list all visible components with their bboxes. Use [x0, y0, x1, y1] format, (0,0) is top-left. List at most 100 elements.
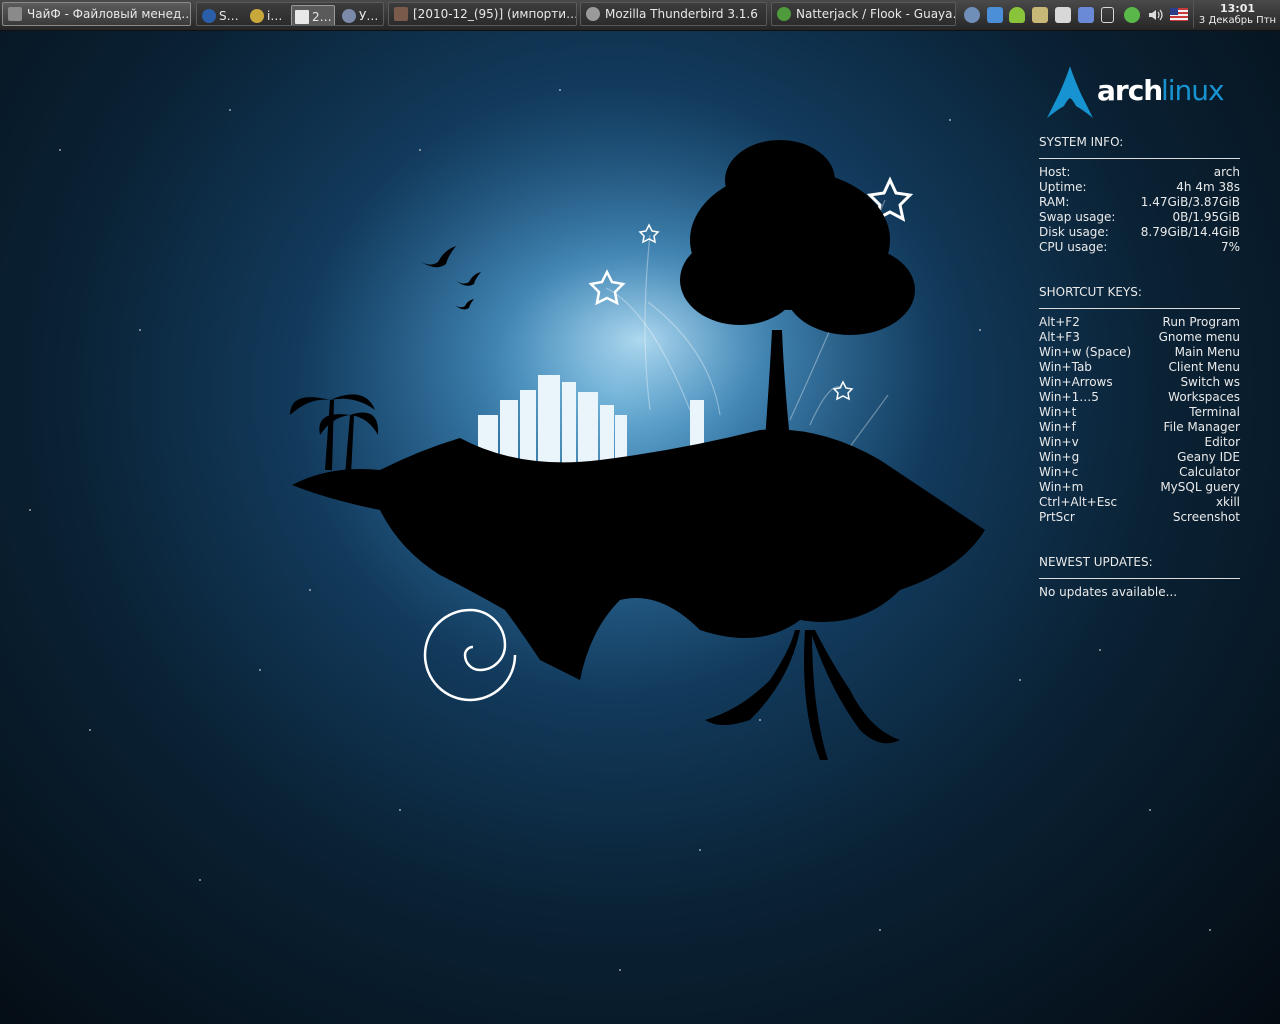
row-key: Uptime:: [1039, 180, 1087, 194]
folder-icon: [8, 7, 22, 21]
task-group-item-skype[interactable]: У…: [339, 5, 383, 25]
row-value: Terminal: [1189, 405, 1240, 419]
row-value: 1.47GiB/3.87GiB: [1140, 195, 1240, 209]
row-value: Run Program: [1162, 315, 1240, 329]
row-key: PrtScr: [1039, 510, 1075, 524]
task-group: S… i… 2… У…: [196, 2, 384, 26]
divider: [1039, 578, 1240, 579]
taskbar: ЧайФ - Файловый менед… S… i… 2… У… [2010…: [0, 0, 1280, 31]
row-value: Gnome menu: [1158, 330, 1240, 344]
info-row: Alt+F2 Run Program: [1039, 315, 1240, 330]
info-row: Uptime: 4h 4m 38s: [1039, 180, 1240, 195]
archlinux-logo: arch linux: [1045, 64, 1240, 124]
task-label: ЧайФ - Файловый менед…: [27, 7, 191, 21]
info-row: Win+c Calculator: [1039, 465, 1240, 480]
notes-icon[interactable]: [1055, 7, 1071, 23]
row-key: Win+1…5: [1039, 390, 1099, 404]
row-value: Geany IDE: [1177, 450, 1240, 464]
row-value: 8.79GiB/14.4GiB: [1140, 225, 1240, 239]
row-value: MySQL guery: [1160, 480, 1240, 494]
info-row: Win+1…5 Workspaces: [1039, 390, 1240, 405]
row-value: Switch ws: [1180, 375, 1240, 389]
row-key: Win+c: [1039, 465, 1079, 479]
row-key: Disk usage:: [1039, 225, 1109, 239]
task-label: 2…: [312, 10, 332, 24]
row-value: File Manager: [1163, 420, 1241, 434]
row-key: Win+t: [1039, 405, 1077, 419]
update-icon[interactable]: [1124, 7, 1140, 23]
shortcut-keys-title: SHORTCUT KEYS:: [1039, 285, 1142, 299]
dropbox-icon[interactable]: [987, 7, 1003, 23]
globe-icon: [202, 9, 216, 23]
task-label: У…: [359, 9, 379, 23]
divider: [1039, 158, 1240, 159]
info-row: Win+f File Manager: [1039, 420, 1240, 435]
task-label: [2010-12_(95)] (импорти…: [413, 7, 577, 21]
row-value: arch: [1213, 165, 1240, 179]
flock-browser-icon: [777, 7, 791, 21]
task-group-item-chat[interactable]: i…: [247, 5, 287, 25]
clock[interactable]: 13:01 3 Декабрь Птн: [1193, 1, 1280, 28]
info-row: CPU usage: 7%: [1039, 240, 1240, 255]
task-group-item-browser[interactable]: S…: [199, 5, 245, 25]
task-file-manager[interactable]: ЧайФ - Файловый менед…: [2, 2, 191, 26]
newest-updates-title: NEWEST UPDATES:: [1039, 555, 1153, 569]
thunderbird-icon: [586, 7, 600, 21]
task-label: Mozilla Thunderbird 3.1.6: [605, 7, 758, 21]
row-key: Win+f: [1039, 420, 1076, 434]
row-key: Win+v: [1039, 435, 1079, 449]
window-icon[interactable]: [1101, 7, 1114, 23]
android-icon[interactable]: [1009, 7, 1025, 23]
info-row: Win+m MySQL guery: [1039, 480, 1240, 495]
row-key: Win+Tab: [1039, 360, 1092, 374]
row-key: CPU usage:: [1039, 240, 1108, 254]
logo-linux-text: linux: [1161, 74, 1225, 107]
info-row: Win+w (Space) Main Menu: [1039, 345, 1240, 360]
book-icon[interactable]: [1032, 7, 1048, 23]
row-value: Calculator: [1179, 465, 1240, 479]
row-key: Host:: [1039, 165, 1071, 179]
info-row: PrtScr Screenshot: [1039, 510, 1240, 525]
updates-message-text: No updates available...: [1039, 585, 1178, 599]
info-row: Win+v Editor: [1039, 435, 1240, 450]
image-thumbnail-icon: [394, 7, 408, 21]
task-flock-browser[interactable]: Natterjack / Flook - Guaya…: [771, 2, 956, 26]
info-row: Alt+F3 Gnome menu: [1039, 330, 1240, 345]
task-label: Natterjack / Flook - Guaya…: [796, 7, 956, 21]
row-key: Win+w (Space): [1039, 345, 1132, 359]
row-value: 0B/1.95GiB: [1172, 210, 1241, 224]
row-key: Win+Arrows: [1039, 375, 1113, 389]
clock-time: 13:01: [1219, 2, 1255, 15]
info-row: Win+Tab Client Menu: [1039, 360, 1240, 375]
us-flag-icon[interactable]: [1170, 8, 1188, 21]
info-row: Win+g Geany IDE: [1039, 450, 1240, 465]
info-row: Ctrl+Alt+Esc xkill: [1039, 495, 1240, 510]
row-key: Win+m: [1039, 480, 1084, 494]
logo-arch-text: arch: [1097, 74, 1163, 107]
task-thunderbird[interactable]: Mozilla Thunderbird 3.1.6: [580, 2, 767, 26]
row-value: Editor: [1204, 435, 1240, 449]
row-key: Alt+F3: [1039, 330, 1080, 344]
clock-date: 3 Декабрь Птн: [1198, 15, 1277, 26]
row-key: Ctrl+Alt+Esc: [1039, 495, 1118, 509]
info-row: Win+t Terminal: [1039, 405, 1240, 420]
row-key: Alt+F2: [1039, 315, 1080, 329]
info-row: Swap usage: 0B/1.95GiB: [1039, 210, 1240, 225]
row-value: 7%: [1220, 240, 1240, 254]
task-label: S…: [219, 9, 239, 23]
task-group-item-document[interactable]: 2…: [291, 5, 335, 25]
info-row: Disk usage: 8.79GiB/14.4GiB: [1039, 225, 1240, 240]
document-icon: [295, 10, 309, 24]
volume-icon[interactable]: [1147, 7, 1163, 23]
system-info-title: SYSTEM INFO:: [1039, 135, 1124, 149]
row-value: Main Menu: [1174, 345, 1240, 359]
row-value: Workspaces: [1168, 390, 1240, 404]
row-key: Swap usage:: [1039, 210, 1116, 224]
messenger-icon[interactable]: [1078, 7, 1094, 23]
task-image-viewer[interactable]: [2010-12_(95)] (импорти…: [388, 2, 577, 26]
info-row: Host: arch: [1039, 165, 1240, 180]
updates-message: No updates available...: [1039, 585, 1240, 600]
row-value: Screenshot: [1172, 510, 1240, 524]
network-icon[interactable]: [964, 7, 980, 23]
row-value: 4h 4m 38s: [1176, 180, 1240, 194]
